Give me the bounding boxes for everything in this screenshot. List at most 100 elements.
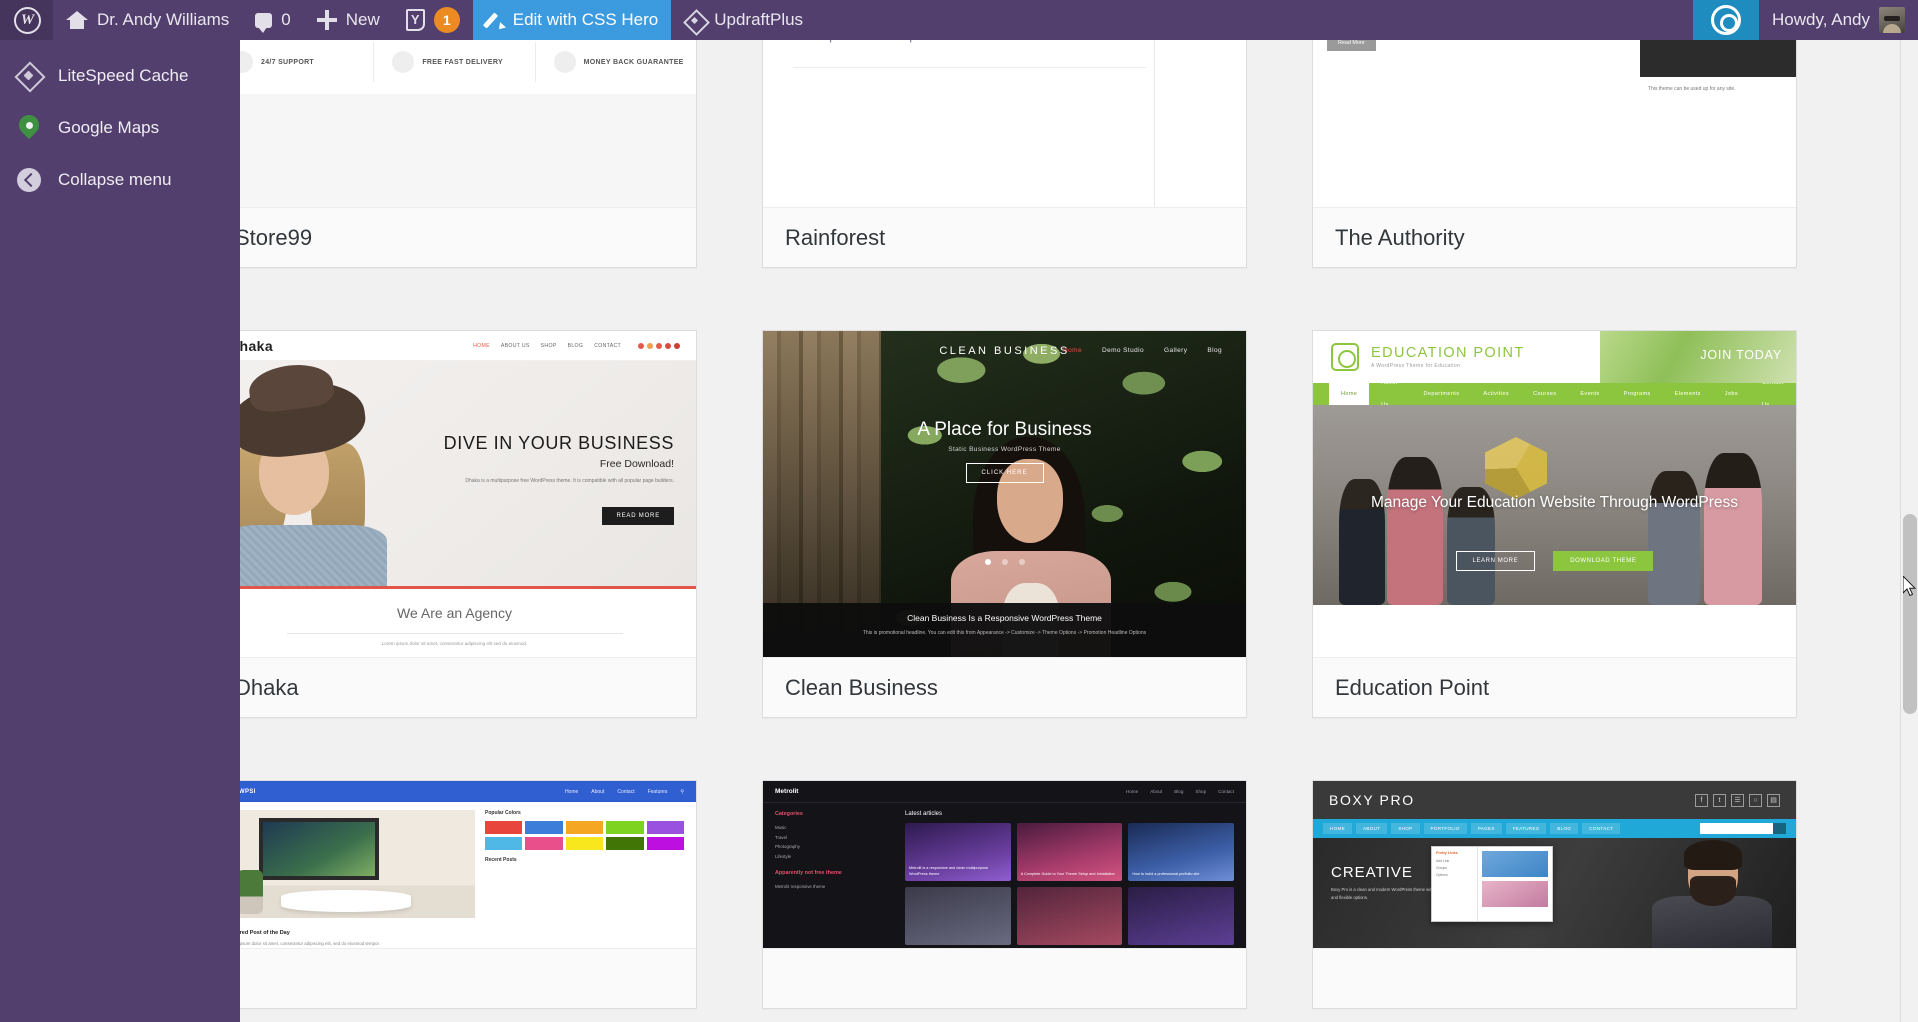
- feature-label: FREE FAST DELIVERY: [422, 58, 503, 66]
- my-account-menu[interactable]: Howdy, Andy: [1759, 0, 1918, 40]
- nav-link: CONTACT: [594, 342, 621, 349]
- preview-cta: READ MORE: [602, 507, 674, 525]
- theme-card[interactable]: CLEAN BUSINESS Home Demo Studio Gallery …: [762, 330, 1247, 718]
- preview-sidebar-heading: Popular Colors: [485, 810, 521, 816]
- nav-link: Jobs: [1724, 391, 1738, 397]
- preview-navbar: Dhaka HOME ABOUT US SHOP BLOG CONTACT: [240, 331, 696, 361]
- css-hero-menu[interactable]: Edit with CSS Hero: [472, 0, 672, 40]
- theme-card[interactable]: BOXY PRO f t ☰ ○ ▤ HOME ABOUT SHOP PORTF…: [1312, 780, 1797, 1009]
- preview-promo-strip: Clean Business Is a Responsive WordPress…: [763, 603, 1246, 657]
- feature-label: 24/7 SUPPORT: [261, 58, 315, 66]
- nav-link: Departments: [1423, 391, 1460, 397]
- preview-footer: We Are an Agency Lorem ipsum dolor sit a…: [240, 589, 696, 657]
- preview-color-swatches: [485, 821, 684, 850]
- nav-link: SHOP: [540, 342, 557, 349]
- preview-sidebar: January 2013 March 2013 November 2012 Se…: [1154, 40, 1246, 207]
- swatch: [606, 821, 644, 834]
- preview-card: [1016, 887, 1123, 945]
- wordpress-logo-icon: [14, 6, 41, 34]
- popup-item: Add Link: [1436, 859, 1450, 863]
- nav-link: SHOP: [1391, 823, 1420, 834]
- sidebar-item-collapse-menu[interactable]: Collapse menu: [0, 154, 240, 206]
- howdy-label: Howdy, Andy: [1772, 10, 1870, 29]
- preview-tagline: A WordPress Theme for Education: [1371, 363, 1461, 369]
- theme-card[interactable]: The WPSI Home About Contact Features ⚲ P…: [240, 780, 697, 1009]
- nav-link: HOME: [1323, 823, 1352, 834]
- home-icon: [66, 11, 88, 29]
- theme-card[interactable]: A Different Shopping Experience SHOP NOW…: [240, 40, 697, 268]
- litespeed-diamond-icon: [16, 64, 42, 88]
- comments-menu[interactable]: 0: [242, 0, 303, 40]
- vertical-scrollbar[interactable]: [1900, 40, 1918, 1022]
- preview-card: Metrolit is a responsive and clean multi…: [905, 823, 1011, 881]
- swatch: [565, 821, 604, 834]
- nav-link: BLOG: [567, 342, 584, 349]
- preview-caption: Featured Post of the Day: [240, 930, 290, 936]
- theme-name: Clean Business: [763, 657, 1246, 717]
- preview-hero: Manage Your Education Website Through Wo…: [1313, 405, 1796, 605]
- preview-card: [1128, 887, 1234, 945]
- preview-sidebar: This theme can be used up for any site.: [1640, 40, 1796, 207]
- theme-card[interactable]: Metrolit Home About Blog Shop Contact Ca…: [762, 780, 1247, 1009]
- preview-sidebar-heading: Recent Posts: [485, 857, 517, 863]
- swatch: [646, 821, 684, 834]
- preview-divider: [286, 633, 623, 634]
- sidebar-item-label: Collapse menu: [58, 170, 172, 189]
- preview-heading: Markup: Title With Special Characters: [793, 40, 1113, 46]
- popup-sidebar: Pretty Links Add Link Groups Options: [1432, 847, 1478, 921]
- help-menu[interactable]: [1693, 0, 1760, 40]
- yoast-notification-badge: 1: [433, 7, 460, 33]
- cart-icon: ☰: [1731, 793, 1744, 807]
- preview-nav-links: Home Demo Studio Gallery Blog: [1063, 347, 1222, 354]
- themes-browse-panel: A Different Shopping Experience SHOP NOW…: [240, 40, 1918, 1022]
- menu-icon: ▤: [1767, 793, 1780, 807]
- sidebar-item-label: LiteSpeed Cache: [58, 66, 189, 85]
- preview-feature-row: 24/7 SUPPORT FREE FAST DELIVERY MONEY BA…: [240, 42, 696, 82]
- preview-cta-secondary: LEARN MORE: [1455, 551, 1536, 571]
- scrollbar-thumb[interactable]: [1903, 514, 1917, 714]
- updraftplus-menu[interactable]: UpdraftPlus: [671, 0, 816, 40]
- preview-body: Lorem ipsum dolor sit amet, consectetur …: [240, 941, 380, 946]
- theme-screenshot: A Different Shopping Experience SHOP NOW…: [240, 40, 696, 207]
- site-name-menu[interactable]: Dr. Andy Williams: [53, 0, 242, 40]
- theme-card[interactable]: Markup: Text Alignment Default This is a…: [762, 40, 1247, 268]
- preview-card-row: Metrolit is a responsive and clean multi…: [905, 823, 1234, 881]
- feature-icon: [240, 51, 253, 73]
- theme-name: [1313, 948, 1796, 1008]
- preview-headline: Manage Your Education Website Through Wo…: [1370, 494, 1739, 511]
- preview-footer: Metrolit responsive theme: [775, 883, 826, 889]
- nav-link: Home: [564, 788, 579, 795]
- nav-link: About: [1150, 789, 1163, 794]
- wordpress-logo-menu[interactable]: [0, 0, 53, 40]
- plus-icon: [316, 10, 337, 30]
- preview-footer-text: Lorem ipsum dolor sit amet, consectetur …: [381, 641, 528, 646]
- preview-toolbar-icons: f t ☰ ○ ▤: [1695, 793, 1780, 807]
- nav-link: ABOUT US: [500, 342, 530, 349]
- preview-headline: A Place for Business: [917, 419, 1092, 440]
- nav-link: FEATURES: [1505, 823, 1547, 834]
- preview-cta-primary: DOWNLOAD THEME: [1553, 551, 1654, 571]
- theme-card[interactable]: EDUCATION POINT A WordPress Theme for Ed…: [1312, 330, 1797, 718]
- preview-feature: FREE FAST DELIVERY: [374, 42, 536, 82]
- swatch: [606, 837, 644, 850]
- admin-bar-right: Howdy, Andy: [1693, 0, 1918, 40]
- theme-card[interactable]: Using WordPress Responsive Images with A…: [1312, 40, 1797, 268]
- preview-card-title: How to build a professional portfolio si…: [1132, 871, 1200, 876]
- preview-body-row: Categories Music Travel Photography Life…: [763, 803, 1246, 948]
- nav-link: Gallery: [1163, 347, 1188, 354]
- preview-card-title: A Complete Guide to Your Theme Setup and…: [1020, 871, 1115, 876]
- preview-popup-panel: Pretty Links Add Link Groups Options: [1431, 846, 1553, 922]
- twitter-icon: t: [1713, 793, 1726, 807]
- preview-cta: Apparently not free theme: [775, 869, 842, 876]
- sidebar-item-google-maps[interactable]: Google Maps: [0, 102, 240, 154]
- nav-link: ABOUT: [1355, 823, 1388, 834]
- preview-subhead: Static Business WordPress Theme: [948, 446, 1061, 453]
- sidebar-item-litespeed-cache[interactable]: LiteSpeed Cache: [0, 50, 240, 102]
- nav-link: About: [591, 788, 605, 795]
- preview-card: A Complete Guide to Your Theme Setup and…: [1016, 823, 1123, 881]
- new-content-menu[interactable]: New: [304, 0, 393, 40]
- yoast-seo-menu[interactable]: 1: [393, 0, 473, 40]
- swatch: [646, 837, 684, 850]
- sidebar-list-item: Photography: [775, 844, 800, 850]
- theme-card[interactable]: Dhaka HOME ABOUT US SHOP BLOG CONTACT: [240, 330, 697, 718]
